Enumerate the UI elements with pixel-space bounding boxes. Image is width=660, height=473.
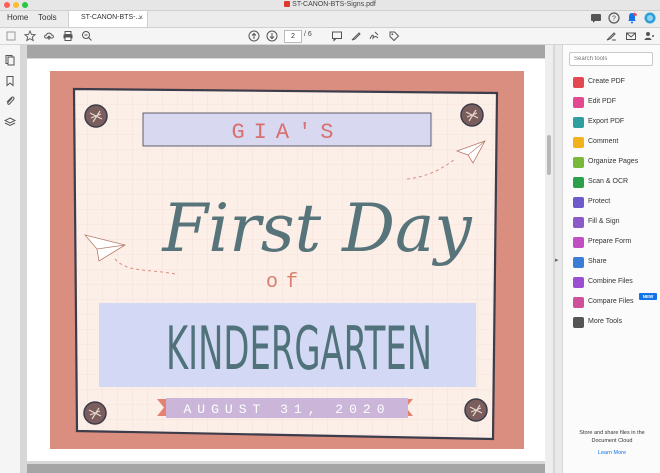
of-text: of (266, 271, 306, 294)
window-title-bar: ST-CANON-BTS-Signs.pdf (0, 0, 660, 11)
new-badge: NEW (639, 293, 657, 300)
close-tab-icon[interactable]: × (138, 13, 143, 22)
student-name: GIA'S (231, 120, 342, 145)
document-scrollbar[interactable] (545, 45, 553, 473)
prepare-form-icon (573, 237, 584, 248)
event-date: AUGUST 31, 2020 (183, 402, 390, 417)
layers-icon[interactable] (4, 116, 16, 128)
chat-icon[interactable] (590, 12, 602, 24)
tool-label: Export PDF (588, 118, 625, 125)
promo-line-2: Document Cloud (591, 438, 633, 444)
tab-bar: Home Tools ST-CANON-BTS-... × ? (0, 11, 660, 28)
tool-label: More Tools (588, 318, 623, 325)
tool-label: Comment (588, 138, 619, 145)
tool-combine-files[interactable]: Combine Files (573, 276, 657, 290)
page-number-input[interactable]: 2 (284, 30, 302, 43)
tool-export-pdf[interactable]: Export PDF (573, 116, 657, 130)
scan-ocr-icon (573, 177, 584, 188)
organize-pages-icon (573, 157, 584, 168)
comment-icon (573, 137, 584, 148)
attachments-icon[interactable] (4, 95, 16, 107)
window-title: ST-CANON-BTS-Signs.pdf (0, 1, 660, 8)
bookmark-star-icon[interactable] (24, 30, 36, 42)
document-cloud-promo: Store and share files in the Document Cl… (569, 429, 655, 445)
document-viewport[interactable]: GIA'S First Day of KINDERGARTEN AUGUST 3… (21, 45, 555, 473)
tool-label: Organize Pages (588, 158, 639, 165)
tag-icon[interactable] (388, 30, 400, 42)
comment-icon[interactable] (331, 30, 343, 42)
pin-top-right (460, 103, 484, 127)
next-page-edge (27, 464, 545, 473)
tool-label: Prepare Form (588, 238, 632, 245)
svg-text:?: ? (612, 16, 616, 23)
profile-avatar[interactable] (644, 12, 656, 24)
window-title-text: ST-CANON-BTS-Signs.pdf (292, 1, 376, 8)
scrollbar-thumb[interactable] (547, 135, 551, 175)
tool-label: Fill & Sign (588, 218, 620, 225)
upload-icon[interactable] (43, 30, 55, 42)
bookmarks-icon[interactable] (4, 75, 16, 87)
fill-sign-icon (573, 217, 584, 228)
pin-bottom-left (83, 401, 107, 425)
combine-files-icon (573, 277, 584, 288)
tool-fill-sign[interactable]: Fill & Sign (573, 216, 657, 230)
export-pdf-icon (573, 117, 584, 128)
tab-home[interactable]: Home (7, 13, 28, 22)
pdf-page: GIA'S First Day of KINDERGARTEN AUGUST 3… (27, 59, 545, 461)
sign-icon[interactable] (368, 30, 380, 42)
pages-icon[interactable] (4, 54, 16, 66)
pin-top-left (84, 104, 108, 128)
pdf-file-icon (284, 1, 291, 7)
tool-label: Scan & OCR (588, 178, 629, 185)
left-navigation-rail: ◂ (0, 45, 26, 473)
protect-icon (573, 197, 584, 208)
tools-panel: Create PDF Edit PDF Export PDF Comment Organ… (562, 45, 660, 473)
edit-pdf-icon (573, 97, 584, 108)
share-user-icon[interactable] (643, 30, 655, 42)
promo-line-1: Store and share files in the (579, 430, 645, 436)
tool-label: Share (588, 258, 607, 265)
more-tools-icon (573, 317, 584, 328)
tab-tools[interactable]: Tools (38, 13, 57, 22)
page-total: / 6 (304, 31, 312, 38)
highlight-icon[interactable] (350, 30, 362, 42)
tool-label: Compare Files (588, 298, 634, 305)
create-pdf-icon (573, 77, 584, 88)
tab-document-label: ST-CANON-BTS-... (81, 14, 142, 21)
main-toolbar: 2 / 6 (0, 28, 660, 45)
page-down-icon[interactable] (266, 30, 278, 42)
grade-title: KINDERGARTEN (166, 314, 432, 384)
compare-files-icon (573, 297, 584, 308)
tool-protect[interactable]: Protect (573, 196, 657, 210)
tab-document[interactable]: ST-CANON-BTS-... × (68, 11, 148, 27)
help-icon[interactable]: ? (608, 12, 620, 24)
page-up-icon[interactable] (248, 30, 260, 42)
print-icon[interactable] (62, 30, 74, 42)
tool-organize-pages[interactable]: Organize Pages (573, 156, 657, 170)
zoom-out-icon[interactable] (81, 30, 93, 42)
tool-prepare-form[interactable]: Prepare Form (573, 236, 657, 250)
tool-label: Edit PDF (588, 98, 617, 105)
learn-more-link[interactable]: Learn More (569, 450, 655, 456)
tool-edit-pdf[interactable]: Edit PDF (573, 96, 657, 110)
tool-label: Create PDF (588, 78, 625, 85)
fill-sign-icon[interactable] (605, 30, 617, 42)
notifications-icon[interactable] (626, 12, 638, 24)
tool-more-tools[interactable]: More Tools (573, 316, 657, 330)
tool-label: Combine Files (588, 278, 633, 285)
tool-label: Protect (588, 198, 611, 205)
collapse-right-panel-icon[interactable]: ▸ (555, 256, 561, 266)
first-day-heading: First Day (161, 190, 472, 267)
share-icon (573, 257, 584, 268)
tool-share[interactable]: Share (573, 256, 657, 270)
tool-scan-ocr[interactable]: Scan & OCR (573, 176, 657, 190)
tool-comment[interactable]: Comment (573, 136, 657, 150)
save-icon[interactable] (5, 30, 17, 42)
pin-bottom-right (464, 398, 488, 422)
tool-create-pdf[interactable]: Create PDF (573, 76, 657, 90)
previous-page-edge (27, 45, 545, 58)
mail-icon[interactable] (625, 30, 637, 42)
search-tools-input[interactable] (569, 52, 653, 66)
kindergarten-sign: GIA'S First Day of KINDERGARTEN AUGUST 3… (50, 71, 524, 449)
